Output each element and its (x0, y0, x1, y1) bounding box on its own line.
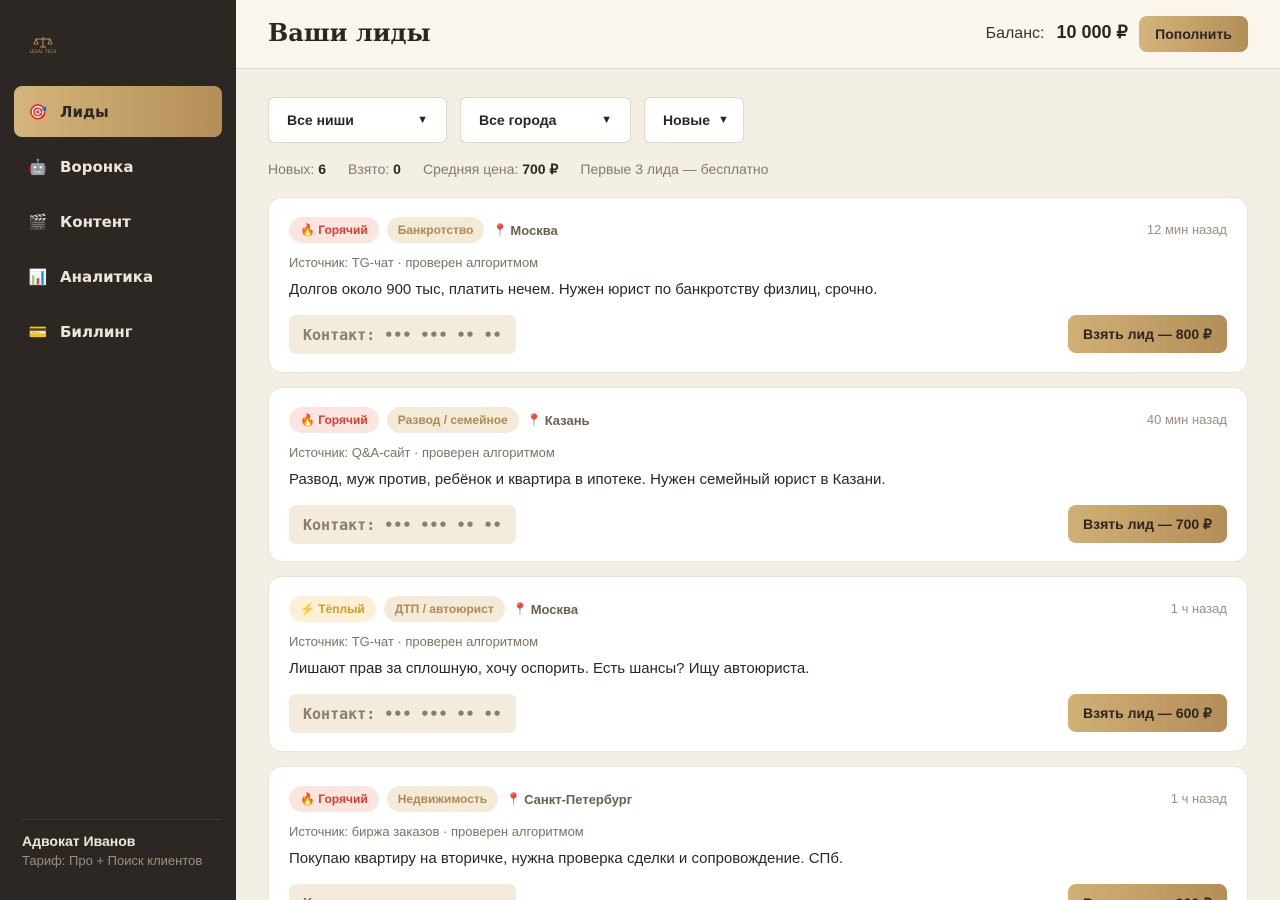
status-select-value: Новые (663, 112, 711, 128)
sidebar-item-content[interactable]: 🎬 Контент (14, 196, 222, 247)
pin-icon: 📍 (506, 792, 522, 806)
stat-avg-value: 700 ₽ (522, 161, 559, 177)
hidden-contact: Контакт: ••• ••• •• •• (289, 505, 516, 544)
pin-icon: 📍 (526, 413, 542, 427)
niche-badge: ДТП / автоюрист (383, 596, 505, 622)
chevron-down-icon: ▼ (601, 114, 612, 126)
city-label: 📍 Москва (492, 223, 557, 238)
take-lead-button[interactable]: Взять лид — 900 ₽ (1068, 884, 1227, 900)
sidebar-item-billing[interactable]: 💳 Биллинг (14, 306, 222, 357)
niche-select-value: Все ниши (287, 112, 354, 128)
user-profile[interactable]: Адвокат Иванов Тариф: Про + Поиск клиент… (22, 819, 222, 868)
credit-card-icon: 💳 (28, 322, 48, 341)
target-icon: 🎯 (28, 102, 48, 121)
lead-text: Долгов около 900 тыс, платить нечем. Нуж… (289, 281, 878, 298)
temperature-badge: 🔥 Горячий (289, 217, 379, 243)
balance-label: Баланс: (985, 25, 1045, 42)
hidden-contact: Контакт: ••• ••• •• •• (289, 694, 516, 733)
lead-card: 🔥 Горячий Недвижимость 📍 Санкт-Петербург … (268, 766, 1248, 900)
lead-time: 40 мин назад (1146, 412, 1227, 427)
lead-source: Источник: биржа заказов · проверен алгор… (289, 824, 584, 839)
hidden-contact: Контакт: ••• ••• •• •• (289, 315, 516, 354)
brand-logo[interactable]: LEGAL TECH (28, 36, 58, 56)
sidebar-item-funnel[interactable]: 🤖 Воронка (14, 141, 222, 192)
lead-source: Источник: Q&A-сайт · проверен алгоритмом (289, 445, 555, 460)
lead-card: 🔥 Горячий Банкротство 📍 Москва 12 мин наз… (268, 197, 1248, 373)
city-name: Москва (510, 222, 558, 238)
sidebar-item-analytics[interactable]: 📊 Аналитика (14, 251, 222, 302)
stat-new-value: 6 (318, 161, 326, 177)
lead-stats: Новых: 6 Взято: 0 Средняя цена: 700 ₽ Пе… (268, 161, 768, 178)
chevron-down-icon: ▼ (718, 114, 729, 126)
balance-value: 10 000 ₽ (1056, 22, 1128, 42)
lead-text: Развод, муж против, ребёнок и квартира в… (289, 471, 886, 488)
lead-source: Источник: TG-чат · проверен алгоритмом (289, 634, 539, 649)
stat-taken-label: Взято: (347, 161, 390, 177)
city-label: 📍 Казань (527, 413, 590, 428)
temperature-badge: ⚡ Тёплый (289, 596, 376, 622)
sidebar: LEGAL TECH 🎯 Лиды 🤖 Воронка 🎬 Контент 📊 … (0, 0, 236, 900)
scales-icon (33, 37, 53, 48)
city-name: Казань (544, 412, 590, 428)
city-label: 📍 Москва (513, 602, 578, 617)
logo-text: LEGAL TECH (29, 49, 57, 54)
lead-time: 1 ч назад (1170, 791, 1227, 806)
sidebar-item-label: Аналитика (60, 267, 154, 286)
city-select-value: Все города (479, 112, 557, 128)
free-leads-note: Первые 3 лида — бесплатно (580, 161, 769, 177)
sidebar-nav: 🎯 Лиды 🤖 Воронка 🎬 Контент 📊 Аналитика 💳… (14, 86, 222, 361)
bar-chart-icon: 📊 (28, 267, 48, 286)
lead-time: 1 ч назад (1170, 601, 1227, 616)
lead-time: 12 мин назад (1146, 222, 1227, 237)
user-name: Адвокат Иванов (22, 833, 136, 849)
take-lead-button[interactable]: Взять лид — 600 ₽ (1068, 694, 1227, 732)
city-label: 📍 Санкт-Петербург (506, 792, 632, 807)
stat-new-label: Новых: (268, 161, 315, 177)
pin-icon: 📍 (492, 223, 508, 237)
stat-taken: Взято: 0 (348, 161, 401, 178)
page-title: Ваши лиды (268, 18, 431, 47)
take-lead-button[interactable]: Взять лид — 700 ₽ (1068, 505, 1227, 543)
hidden-contact: Контакт: ••• ••• •• •• (289, 884, 516, 900)
sidebar-item-leads[interactable]: 🎯 Лиды (14, 86, 222, 137)
status-select[interactable]: Новые ▼ (644, 97, 744, 143)
lead-text: Покупаю квартиру на вторичке, нужна пров… (289, 850, 844, 867)
lead-source: Источник: TG-чат · проверен алгоритмом (289, 255, 539, 270)
city-name: Санкт-Петербург (524, 791, 633, 807)
temperature-badge: 🔥 Горячий (289, 407, 379, 433)
take-lead-button[interactable]: Взять лид — 800 ₽ (1068, 315, 1227, 353)
stat-avg-label: Средняя цена: (422, 161, 519, 177)
sidebar-item-label: Лиды (60, 102, 109, 121)
temperature-badge: 🔥 Горячий (289, 786, 379, 812)
balance: Баланс: 10 000 ₽ (986, 22, 1128, 43)
page-header: Ваши лиды Баланс: 10 000 ₽ Пополнить (236, 0, 1280, 69)
lead-text: Лишают прав за сплошную, хочу оспорить. … (289, 660, 810, 677)
city-name: Москва (530, 601, 579, 617)
city-select[interactable]: Все города ▼ (460, 97, 631, 143)
user-plan: Тариф: Про + Поиск клиентов (22, 853, 203, 868)
niche-select[interactable]: Все ниши ▼ (268, 97, 447, 143)
lead-card: 🔥 Горячий Развод / семейное 📍 Казань 40 м… (268, 387, 1248, 562)
robot-icon: 🤖 (28, 157, 48, 176)
clapper-icon: 🎬 (28, 212, 48, 231)
niche-badge: Банкротство (386, 217, 485, 243)
lead-card: ⚡ Тёплый ДТП / автоюрист 📍 Москва 1 ч наз… (268, 576, 1248, 752)
niche-badge: Развод / семейное (386, 407, 519, 433)
sidebar-item-label: Воронка (60, 157, 134, 176)
niche-badge: Недвижимость (386, 786, 499, 812)
topup-button[interactable]: Пополнить (1139, 16, 1248, 52)
sidebar-item-label: Контент (60, 212, 131, 231)
pin-icon: 📍 (512, 602, 528, 616)
filters-bar: Все ниши ▼ Все города ▼ Новые ▼ (268, 97, 744, 143)
sidebar-item-label: Биллинг (60, 322, 133, 341)
stat-taken-value: 0 (393, 161, 401, 177)
stat-new: Новых: 6 (268, 161, 326, 178)
stat-avg-price: Средняя цена: 700 ₽ (423, 161, 558, 178)
chevron-down-icon: ▼ (417, 114, 428, 126)
